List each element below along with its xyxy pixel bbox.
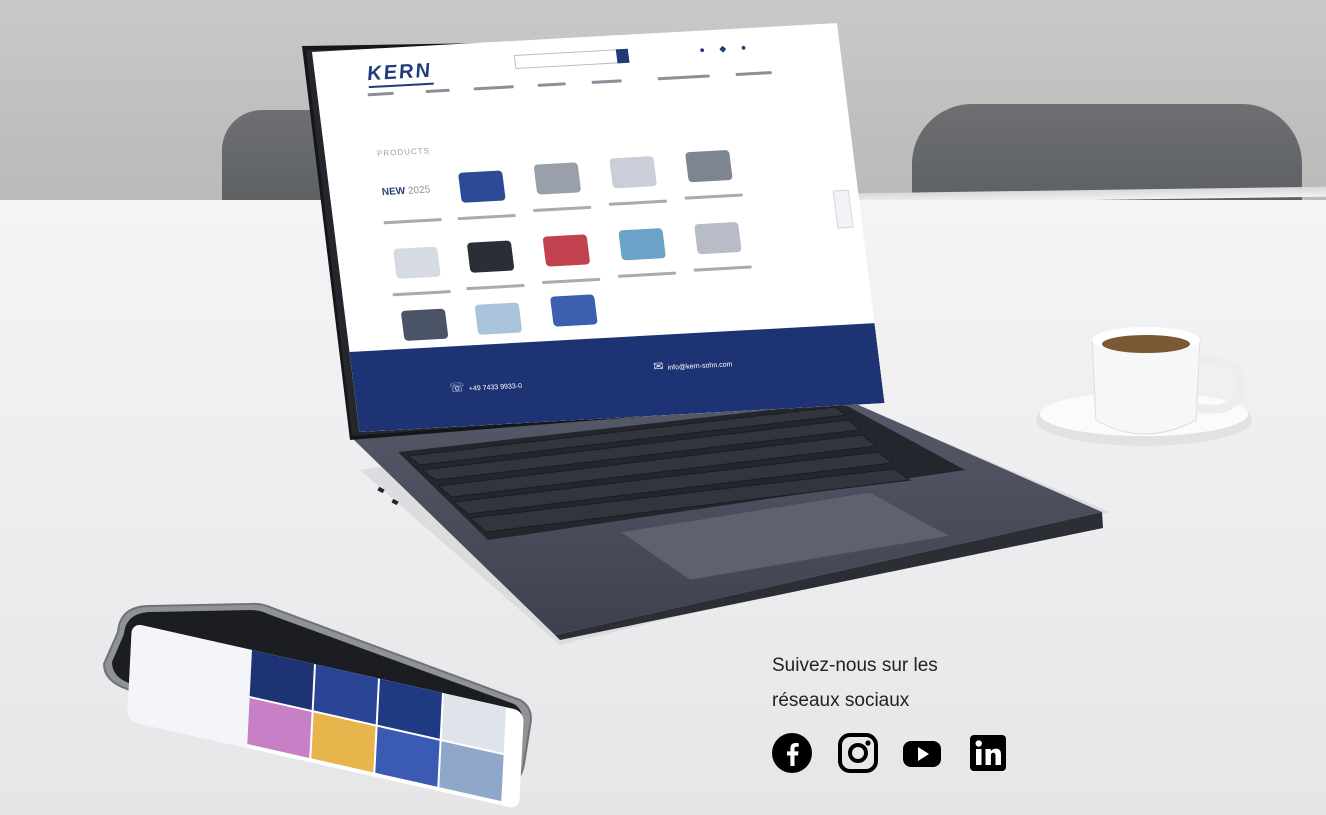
mail-icon: ✉	[652, 358, 665, 374]
phone-icon: ☏	[448, 379, 466, 395]
nav-item	[537, 82, 566, 87]
product-label	[392, 290, 451, 297]
product-image	[474, 302, 523, 335]
nav-item	[425, 88, 450, 94]
product-tile	[682, 221, 760, 287]
product-image	[393, 246, 441, 279]
product-image	[609, 156, 657, 189]
social-follow-block: Suivez-nous sur les réseaux sociaux	[772, 648, 1072, 773]
product-label	[533, 205, 592, 212]
product-image	[458, 170, 506, 203]
product-tile	[606, 227, 684, 293]
footer-email: ✉ info@kern-sohn.com	[652, 358, 733, 374]
kern-logo: KERN	[365, 59, 434, 86]
product-label	[684, 193, 743, 200]
social-line-2: réseaux sociaux	[772, 690, 910, 711]
product-image	[466, 240, 515, 273]
nav-item	[591, 79, 622, 84]
nav-item	[367, 91, 394, 97]
product-tile	[673, 149, 751, 215]
product-label	[617, 271, 677, 278]
product-tile	[455, 240, 533, 306]
footer-phone: ☏ +49 7433 9933-0	[448, 379, 523, 395]
product-tile	[381, 246, 459, 312]
product-image	[400, 308, 449, 341]
youtube-icon[interactable]	[902, 733, 942, 773]
site-search-input	[513, 48, 630, 69]
product-image	[542, 234, 591, 267]
product-label	[457, 213, 516, 221]
nav-item	[735, 71, 772, 77]
search-icon	[615, 48, 630, 64]
product-image	[618, 228, 666, 261]
product-tile	[531, 233, 609, 299]
product-photo: KERN ● ◆ ● PRODUCTS NEW 2025 ☏ +49 7433 …	[0, 0, 1326, 815]
products-heading: PRODUCTS	[376, 146, 431, 159]
product-label	[542, 277, 601, 284]
product-image	[685, 149, 733, 183]
product-tile	[597, 155, 675, 221]
side-widget	[832, 189, 854, 229]
header-icons: ● ◆ ●	[698, 41, 753, 55]
facebook-icon[interactable]	[772, 733, 812, 773]
product-tile: NEW 2025	[372, 174, 450, 240]
product-image	[533, 162, 582, 195]
product-label	[466, 283, 525, 291]
product-label	[383, 218, 442, 225]
social-icons-row	[772, 733, 1032, 773]
new-badge: NEW 2025	[381, 184, 431, 199]
product-label	[693, 265, 752, 272]
linkedin-icon[interactable]	[968, 733, 1008, 773]
laptop-screen-website: KERN ● ◆ ● PRODUCTS NEW 2025 ☏ +49 7433 …	[312, 23, 885, 432]
social-line-1: Suivez-nous sur les	[772, 655, 938, 676]
instagram-icon[interactable]	[838, 733, 878, 773]
product-image	[694, 221, 742, 255]
product-label	[608, 199, 668, 206]
product-tile	[522, 161, 600, 227]
product-image	[550, 294, 598, 327]
product-tile	[446, 170, 524, 236]
